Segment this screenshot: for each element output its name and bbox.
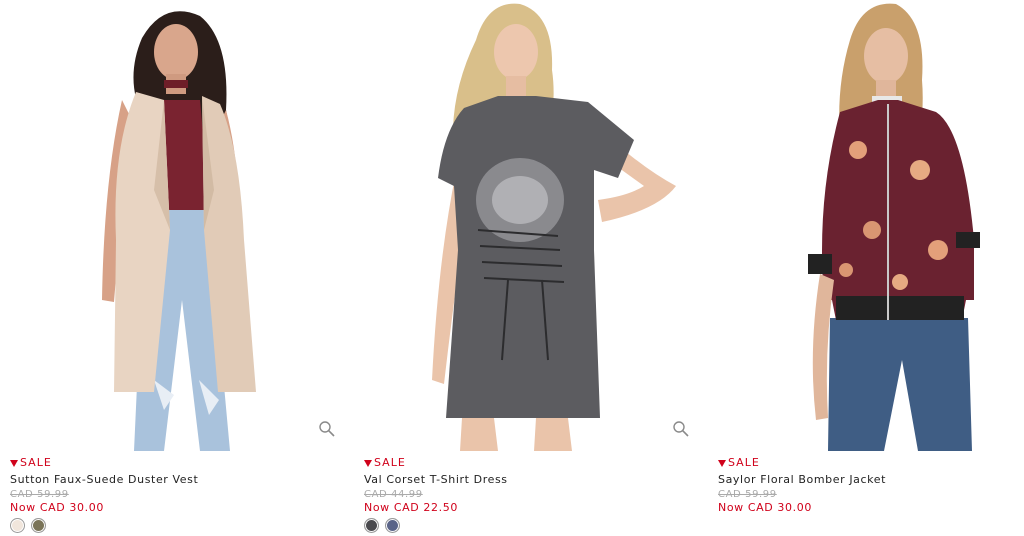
product-card[interactable]: SALE Sutton Faux-Suede Duster Vest CAD 5… [4, 0, 344, 536]
product-grid: SALE Sutton Faux-Suede Duster Vest CAD 5… [0, 0, 1024, 536]
sale-badge: SALE [10, 456, 340, 470]
original-price: CAD 59.99 [10, 489, 69, 500]
sale-price: Now CAD 22.50 [364, 501, 458, 514]
color-swatch[interactable] [10, 518, 25, 533]
original-price: CAD 59.99 [718, 489, 777, 500]
product-image[interactable] [4, 0, 344, 451]
color-swatch[interactable] [31, 518, 46, 533]
sale-price: Now CAD 30.00 [718, 501, 812, 514]
product-image[interactable] [358, 0, 698, 451]
product-info: SALE Saylor Floral Bomber Jacket CAD 59.… [718, 456, 1024, 514]
sale-label: SALE [374, 456, 406, 469]
sale-badge: SALE [364, 456, 694, 470]
product-card[interactable]: SALE Val Corset T-Shirt Dress CAD 44.99 … [358, 0, 698, 536]
original-price: CAD 44.99 [364, 489, 423, 500]
color-swatch[interactable] [385, 518, 400, 533]
sale-label: SALE [20, 456, 52, 469]
sale-label: SALE [728, 456, 760, 469]
color-swatches [364, 518, 694, 533]
product-image[interactable] [712, 0, 1024, 451]
triangle-down-icon [718, 459, 726, 467]
triangle-down-icon [364, 459, 372, 467]
product-name[interactable]: Val Corset T-Shirt Dress [364, 472, 694, 487]
product-card[interactable]: SALE Saylor Floral Bomber Jacket CAD 59.… [712, 0, 1024, 536]
sale-badge: SALE [718, 456, 1024, 470]
product-name[interactable]: Sutton Faux-Suede Duster Vest [10, 472, 340, 487]
triangle-down-icon [10, 459, 18, 467]
color-swatches [10, 518, 340, 533]
product-info: SALE Sutton Faux-Suede Duster Vest CAD 5… [10, 456, 340, 533]
sale-price: Now CAD 30.00 [10, 501, 104, 514]
product-info: SALE Val Corset T-Shirt Dress CAD 44.99 … [364, 456, 694, 533]
color-swatch[interactable] [364, 518, 379, 533]
quick-view-icon[interactable] [318, 420, 336, 438]
quick-view-icon[interactable] [672, 420, 690, 438]
product-name[interactable]: Saylor Floral Bomber Jacket [718, 472, 1024, 487]
